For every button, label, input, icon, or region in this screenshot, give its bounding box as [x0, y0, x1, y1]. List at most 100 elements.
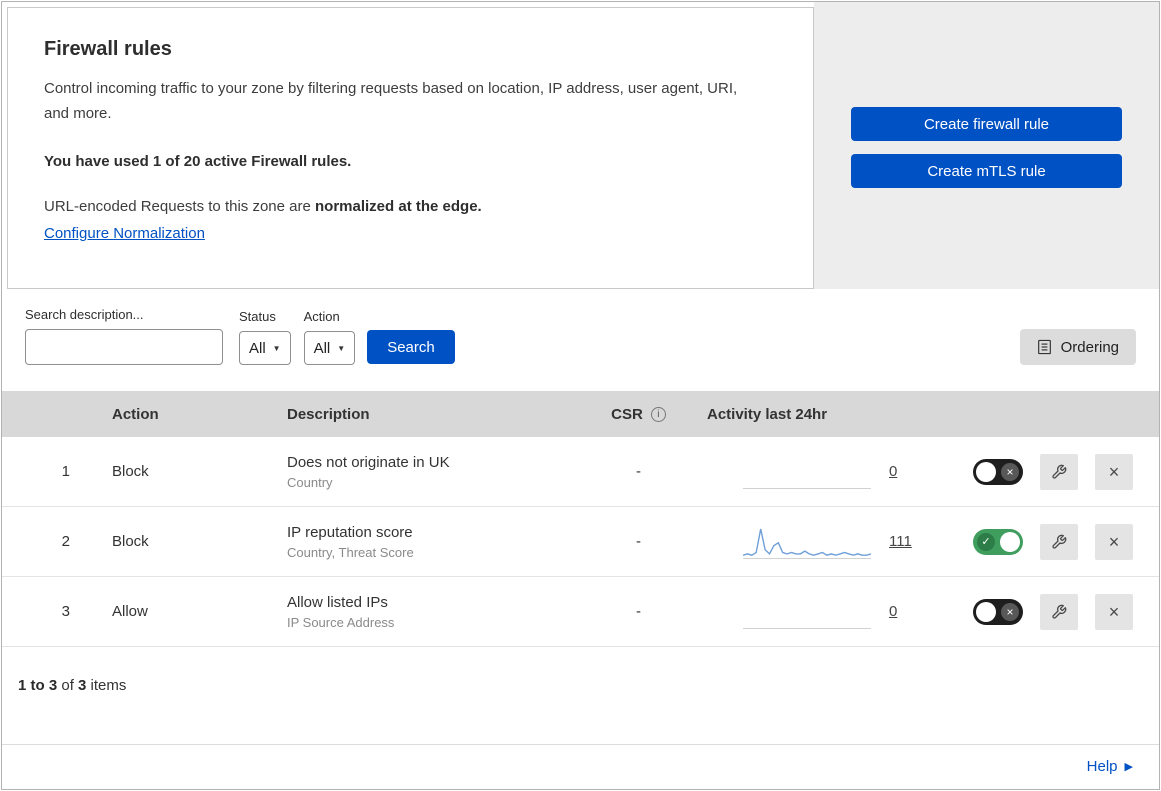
rule-activity-cell: 111: [685, 525, 937, 559]
ordering-list-icon: [1037, 339, 1051, 355]
table-row: 3 Allow Allow listed IPs IP Source Addre…: [2, 577, 1159, 647]
rule-activity-cell: 0: [685, 455, 937, 489]
rule-csr-value: -: [636, 533, 641, 550]
pagination-range: 1 to 3: [18, 677, 58, 694]
search-label: Search description...: [25, 307, 144, 322]
rule-priority: 3: [61, 603, 70, 620]
pagination-summary: 1 to 3 of 3 items: [2, 647, 1159, 718]
rule-priority: 2: [61, 533, 70, 550]
edit-rule-button[interactable]: [1040, 593, 1078, 630]
intro-card: Firewall rules Control incoming traffic …: [7, 7, 814, 289]
activity-count-link[interactable]: 0: [889, 463, 897, 480]
rule-description-cell: Allow listed IPs IP Source Address: [265, 594, 592, 630]
help-row: Help ▶: [2, 744, 1159, 789]
chevron-down-icon: ▼: [337, 343, 346, 353]
close-icon: ×: [1108, 531, 1120, 552]
toggle-knob: [1000, 531, 1020, 552]
normalization-prefix: URL-encoded Requests to this zone are: [44, 197, 315, 215]
x-icon: ×: [1001, 462, 1019, 481]
page-title: Firewall rules: [44, 38, 172, 60]
activity-sparkline: [743, 525, 871, 559]
rule-description: Allow listed IPs: [287, 593, 388, 611]
rule-activity-cell: 0: [685, 595, 937, 629]
check-icon: ✓: [977, 532, 995, 551]
activity-count-link[interactable]: 0: [889, 603, 897, 620]
wrench-icon: [1052, 534, 1067, 549]
rule-fields: IP Source Address: [287, 614, 395, 630]
delete-rule-button[interactable]: ×: [1095, 523, 1133, 560]
pagination-items: items: [86, 677, 127, 694]
ordering-button[interactable]: Ordering: [1019, 329, 1136, 365]
rule-action: Block: [112, 533, 149, 550]
header-csr: CSR i: [592, 406, 685, 423]
normalization-text: URL-encoded Requests to this zone are no…: [44, 198, 777, 215]
wrench-icon: [1052, 464, 1067, 479]
delete-rule-button[interactable]: ×: [1095, 453, 1133, 490]
rule-controls: ✓ × ×: [937, 453, 1159, 490]
activity-count-link[interactable]: 111: [889, 533, 912, 550]
help-link-label: Help: [1086, 758, 1118, 775]
chevron-right-icon: ▶: [1124, 761, 1133, 773]
rule-fields: Country: [287, 474, 333, 490]
chevron-down-icon: ▼: [272, 343, 281, 353]
edit-rule-button[interactable]: [1040, 523, 1078, 560]
rule-enabled-toggle[interactable]: ✓ ×: [973, 458, 1023, 485]
action-selected-value: All: [313, 339, 331, 357]
header-description: Description: [287, 405, 370, 423]
page-description: Control incoming traffic to your zone by…: [44, 80, 738, 122]
help-link[interactable]: Help ▶: [1087, 758, 1133, 775]
usage-summary: You have used 1 of 20 active Firewall ru…: [44, 152, 352, 170]
rule-description-cell: IP reputation score Country, Threat Scor…: [265, 524, 592, 560]
info-icon[interactable]: i: [650, 406, 666, 422]
activity-sparkline: [743, 595, 871, 629]
rule-fields: Country, Threat Score: [287, 544, 414, 560]
status-filter-group: Status All ▼: [239, 309, 291, 365]
close-icon: ×: [1108, 461, 1120, 482]
x-icon: ×: [1001, 602, 1019, 621]
search-button[interactable]: Search: [367, 330, 455, 364]
activity-sparkline: [743, 455, 871, 489]
pagination-of: of: [57, 677, 79, 694]
search-box: [25, 329, 229, 365]
normalization-bold: normalized at the edge.: [315, 197, 482, 215]
rule-description: IP reputation score: [287, 523, 413, 541]
action-dropdown[interactable]: All ▼: [303, 331, 356, 365]
toggle-knob: [976, 461, 996, 482]
filter-bar: Search description... Status All ▼ Actio…: [2, 289, 1159, 391]
status-selected-value: All: [249, 339, 266, 357]
table-row: 1 Block Does not originate in UK Country…: [2, 437, 1159, 507]
rule-description: Does not originate in UK: [287, 453, 450, 471]
rule-csr-value: -: [636, 603, 641, 620]
header-action: Action: [112, 405, 159, 423]
rule-enabled-toggle[interactable]: ✓ ×: [973, 528, 1023, 555]
configure-normalization-link[interactable]: Configure Normalization: [44, 225, 205, 242]
rule-controls: ✓ × ×: [937, 593, 1159, 630]
rule-controls: ✓ × ×: [937, 523, 1159, 560]
status-label: Status: [239, 309, 276, 324]
search-input[interactable]: [44, 338, 229, 356]
close-icon: ×: [1108, 601, 1120, 622]
action-label: Action: [303, 309, 340, 324]
header-csr-label: CSR: [611, 405, 643, 423]
create-firewall-rule-button[interactable]: Create firewall rule: [851, 107, 1122, 141]
delete-rule-button[interactable]: ×: [1095, 593, 1133, 630]
wrench-icon: [1052, 604, 1067, 619]
table-header-row: Action Description CSR i Activity last 2…: [2, 391, 1159, 437]
status-dropdown[interactable]: All ▼: [239, 331, 291, 365]
rule-description-cell: Does not originate in UK Country: [265, 454, 592, 490]
ordering-button-label: Ordering: [1060, 338, 1119, 356]
rule-action: Block: [112, 463, 149, 480]
action-filter-group: Action All ▼: [303, 309, 356, 365]
toggle-knob: [976, 601, 996, 622]
rule-action: Allow: [112, 603, 148, 620]
top-region: Firewall rules Control incoming traffic …: [2, 2, 1159, 289]
header-activity: Activity last 24hr: [707, 405, 828, 423]
rule-priority: 1: [61, 463, 70, 480]
edit-rule-button[interactable]: [1040, 453, 1078, 490]
rule-enabled-toggle[interactable]: ✓ ×: [973, 598, 1023, 625]
create-mtls-rule-button[interactable]: Create mTLS rule: [851, 154, 1122, 188]
search-group: Search description...: [25, 307, 229, 365]
table-row: 2 Block IP reputation score Country, Thr…: [2, 507, 1159, 577]
rule-csr-value: -: [636, 463, 641, 480]
firewall-rules-page: Firewall rules Control incoming traffic …: [1, 1, 1160, 790]
